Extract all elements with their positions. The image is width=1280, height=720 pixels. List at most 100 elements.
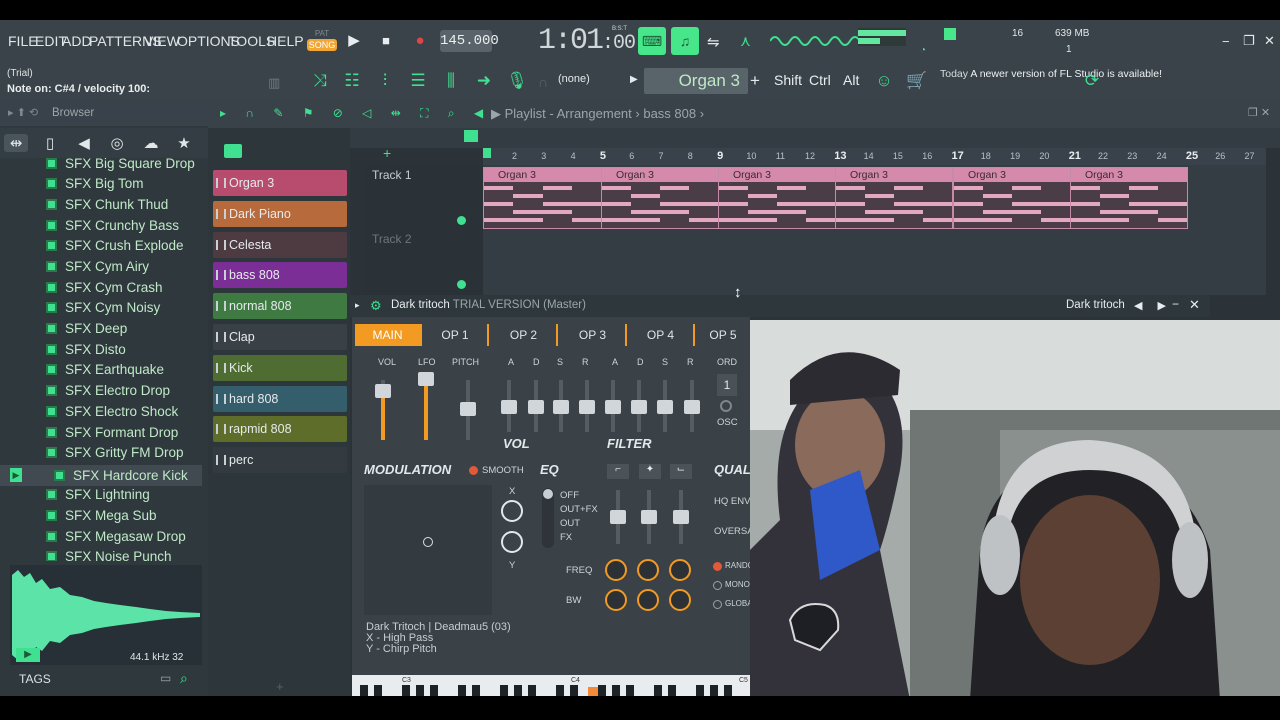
cloud-icon[interactable]: ☁ — [139, 134, 163, 152]
picker-item[interactable]: Dark Piano — [213, 201, 347, 227]
plugin-minimize-icon[interactable]: − — [1172, 297, 1179, 311]
eq-band2-fader[interactable] — [641, 490, 657, 544]
pattern-icon[interactable] — [224, 144, 242, 158]
bw-knob-3[interactable] — [669, 589, 691, 611]
filter-env-a[interactable] — [605, 380, 621, 432]
mixer-icon[interactable]: ☷ — [340, 69, 364, 93]
random-option[interactable]: RANDO — [725, 561, 750, 570]
browser-item[interactable]: SFX Crunchy Bass — [46, 218, 179, 238]
tags-label[interactable]: TAGS — [19, 672, 51, 686]
osc-led[interactable] — [720, 400, 732, 412]
global-led[interactable] — [713, 600, 722, 609]
metronome-icon[interactable]: ⋏ — [740, 32, 751, 50]
browser-item[interactable]: SFX Chunk Thud — [46, 197, 168, 217]
vol-env-s[interactable] — [553, 380, 569, 432]
update-icon[interactable]: ⟳ — [1080, 69, 1104, 93]
channel-rack-icon[interactable]: ⫼ — [439, 69, 463, 93]
pattern-clip[interactable]: Organ 3 — [483, 167, 602, 229]
browser-item[interactable]: SFX Mega Sub — [46, 508, 157, 528]
oversample-option[interactable]: OVERSAL — [714, 526, 750, 537]
eq-band1-fader[interactable] — [610, 490, 626, 544]
alt-key[interactable]: Alt — [843, 72, 859, 88]
tab-op5[interactable]: OP 5 — [696, 324, 750, 346]
preview-play-icon[interactable]: ▶ — [10, 468, 22, 482]
browser-item[interactable]: SFX Deep — [46, 321, 127, 341]
pattern-clip[interactable]: Organ 3 — [1070, 167, 1188, 229]
browser-item[interactable]: SFX Crush Explode — [46, 238, 184, 258]
speaker-icon[interactable]: ◀ — [72, 134, 96, 152]
pattern-clip[interactable]: Organ 3 — [601, 167, 719, 229]
filter-env-r[interactable] — [684, 380, 700, 432]
filter-section-label[interactable]: FILTER — [607, 436, 652, 451]
eq-shape-low-icon[interactable]: ⌐ — [607, 464, 629, 479]
freq-knob-2[interactable] — [637, 559, 659, 581]
track-1-mute[interactable] — [457, 216, 466, 225]
plugin-expand-icon[interactable]: ▸ — [355, 300, 360, 311]
menu-file[interactable]: FILE — [8, 33, 38, 49]
vol-env-d[interactable] — [528, 380, 544, 432]
piano-icon[interactable]: ▥ — [268, 75, 280, 91]
snap-icon[interactable]: ⤨ — [308, 69, 332, 93]
picker-item[interactable]: normal 808 — [213, 293, 347, 319]
browser-nav-icons[interactable]: ▸ ⬆ ⟲ — [8, 106, 38, 119]
picker-item[interactable]: Kick — [213, 355, 347, 381]
folder-icon[interactable]: ▭ — [160, 671, 171, 685]
browser-item[interactable]: SFX Electro Drop — [46, 383, 170, 403]
waveform-play-icon[interactable]: ▶ — [16, 648, 40, 662]
tab-op4[interactable]: OP 4 — [628, 324, 695, 346]
add-pattern-icon[interactable]: + — [383, 145, 391, 161]
browser-item[interactable]: SFX Big Square Drop — [46, 156, 195, 176]
pattern-clip[interactable]: Organ 3 — [718, 167, 836, 229]
globe-icon[interactable]: ◎ — [105, 134, 129, 152]
instrument-selector[interactable]: Organ 3 — [644, 68, 748, 94]
ord-value[interactable]: 1 — [717, 374, 737, 396]
hq-env-option[interactable]: HQ ENVE — [714, 496, 750, 507]
preset-nav-icons[interactable]: ◀ ▶ — [1134, 299, 1172, 312]
arrow-right-icon[interactable]: ➜ — [472, 69, 496, 93]
lfo-fader[interactable] — [418, 372, 434, 440]
tab-op1[interactable]: OP 1 — [423, 324, 489, 346]
add-track-icon[interactable]: + — [276, 679, 284, 694]
all-files-icon[interactable]: ⇹ — [4, 134, 28, 152]
eq-opt-fx[interactable]: FX — [560, 532, 572, 543]
tab-op2[interactable]: OP 2 — [491, 324, 558, 346]
master-pitch-icon[interactable]: ◔ — [920, 45, 926, 56]
global-option[interactable]: GLOBA — [725, 599, 750, 608]
plugin-close-icon[interactable]: ✕ — [1189, 297, 1200, 313]
add-plus-icon[interactable]: + — [750, 71, 760, 91]
menu-add[interactable]: ADD — [62, 33, 92, 49]
eq-band3-fader[interactable] — [673, 490, 689, 544]
picker-item[interactable]: bass 808 — [213, 262, 347, 288]
y-knob[interactable] — [501, 531, 523, 553]
mini-keyboard[interactable] — [352, 675, 750, 696]
playlist-window-controls[interactable]: ❐ ✕ — [1248, 106, 1270, 119]
playhead-marker[interactable] — [483, 148, 491, 158]
shop-cart-icon[interactable]: 🛒 — [905, 69, 929, 93]
filter-env-s[interactable] — [657, 380, 673, 432]
vol-env-a[interactable] — [501, 380, 517, 432]
pattern-clip[interactable]: Organ 3 — [953, 167, 1071, 229]
freq-knob-1[interactable] — [605, 559, 627, 581]
browser-item-selected[interactable]: SFX Hardcore Kick — [0, 465, 202, 486]
playlist-icon[interactable]: ☰ — [406, 69, 430, 93]
browser-item[interactable]: SFX Big Tom — [46, 176, 144, 196]
ctrl-key[interactable]: Ctrl — [809, 72, 831, 88]
browser-item[interactable]: SFX Formant Drop — [46, 425, 178, 445]
playlist-tool-icons[interactable]: ▸ ∩ ✎ ⚑ ⊘ ◁ ⇹ ⛶ ⌕ ◀ — [220, 106, 491, 121]
picker-item[interactable]: rapmid 808 — [213, 416, 347, 442]
pitch-fader[interactable] — [460, 380, 476, 440]
track-2-label[interactable]: Track 2 — [372, 232, 412, 246]
eq-shape-peak-icon[interactable]: ✦ — [639, 464, 661, 479]
vol-section-label[interactable]: VOL — [503, 436, 530, 451]
picker-item[interactable]: hard 808 — [213, 386, 347, 412]
pat-song-toggle[interactable]: PAT SONG — [306, 28, 338, 54]
vol-env-r[interactable] — [579, 380, 595, 432]
picker-item[interactable]: perc — [213, 447, 347, 473]
bw-knob-1[interactable] — [605, 589, 627, 611]
menu-help[interactable]: HELP — [267, 33, 304, 49]
record-button[interactable]: ● — [408, 29, 432, 53]
eq-opt-outfx[interactable]: OUT+FX — [560, 504, 598, 515]
smooth-led[interactable] — [469, 466, 478, 475]
xy-modulation-pad[interactable] — [364, 485, 492, 615]
eq-opt-off[interactable]: OFF — [560, 490, 579, 501]
